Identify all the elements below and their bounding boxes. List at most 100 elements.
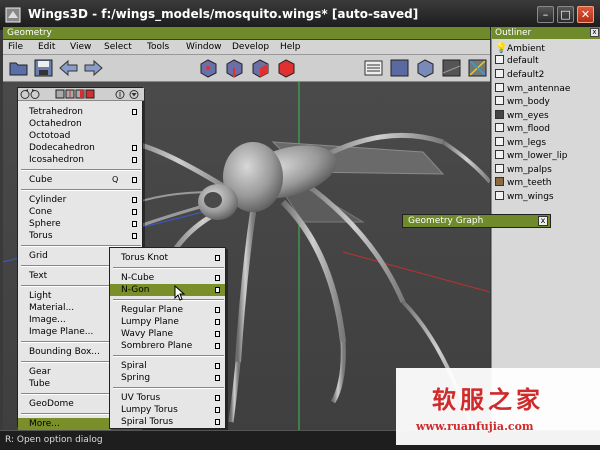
material-icon xyxy=(495,191,504,200)
edge-mode-icon[interactable] xyxy=(65,89,75,99)
option-box-icon[interactable] xyxy=(132,177,137,183)
save-icon[interactable] xyxy=(33,58,54,78)
outliner-close-icon[interactable]: x xyxy=(590,28,599,37)
edge-mode-icon[interactable] xyxy=(224,58,245,78)
outliner-item[interactable]: default xyxy=(495,55,539,68)
option-box-icon[interactable] xyxy=(132,145,137,151)
menu-item-label: Tetrahedron xyxy=(29,107,83,117)
menu-item-spring[interactable]: Spring xyxy=(110,372,225,384)
menu-item-label: Material... xyxy=(29,303,75,313)
menu-select[interactable]: Select xyxy=(104,42,132,52)
menu-item-tetrahedron[interactable]: Tetrahedron xyxy=(18,106,142,118)
menu-item-torus[interactable]: Torus xyxy=(18,230,142,242)
menu-view[interactable]: View xyxy=(70,42,91,52)
vertex-mode-icon[interactable] xyxy=(55,89,65,99)
smooth-shade-icon[interactable] xyxy=(389,58,410,78)
open-folder-icon[interactable] xyxy=(8,58,29,78)
geometry-graph-close-icon[interactable]: x xyxy=(538,216,548,226)
option-box-icon[interactable] xyxy=(215,331,220,337)
outliner-item[interactable]: wm_flood xyxy=(495,123,550,136)
perspective-icon[interactable] xyxy=(467,58,488,78)
menu-item-label: Octotoad xyxy=(29,131,71,141)
outliner-item[interactable]: wm_teeth xyxy=(495,177,551,190)
menu-help[interactable]: Help xyxy=(280,42,301,52)
geometry-graph-title: Geometry Graph xyxy=(408,216,484,226)
menu-item-cylinder[interactable]: Cylinder xyxy=(18,194,142,206)
minimize-icon[interactable]: – xyxy=(537,6,554,23)
menu-item-uv-torus[interactable]: UV Torus xyxy=(110,392,225,404)
redo-arrow-icon[interactable] xyxy=(83,58,104,78)
option-box-icon[interactable] xyxy=(215,363,220,369)
pin-icon[interactable] xyxy=(115,90,125,99)
option-box-icon[interactable] xyxy=(132,233,137,239)
close-icon[interactable]: ✕ xyxy=(577,6,594,23)
menu-item-cone[interactable]: Cone xyxy=(18,206,142,218)
face-mode-icon[interactable] xyxy=(75,89,85,99)
option-box-icon[interactable] xyxy=(215,275,220,281)
body-mode-icon[interactable] xyxy=(276,58,297,78)
option-box-icon[interactable] xyxy=(132,221,137,227)
menu-item-dodecahedron[interactable]: Dodecahedron xyxy=(18,142,142,154)
rotate-icon[interactable] xyxy=(20,89,30,99)
option-box-icon[interactable] xyxy=(215,407,220,413)
option-box-icon[interactable] xyxy=(132,197,137,203)
rotate-back-icon[interactable] xyxy=(30,89,40,99)
menu-edit[interactable]: Edit xyxy=(38,42,55,52)
material-icon xyxy=(495,123,504,132)
menu-item-regular-plane[interactable]: Regular Plane xyxy=(110,304,225,316)
menu-item-octahedron[interactable]: Octahedron xyxy=(18,118,142,130)
dropdown-icon[interactable] xyxy=(129,90,139,99)
menu-item-shortcut: Q xyxy=(112,175,119,184)
wireframe-icon[interactable] xyxy=(415,58,436,78)
menu-item-spiral[interactable]: Spiral xyxy=(110,360,225,372)
outliner-item[interactable]: wm_wings xyxy=(495,191,554,204)
option-box-icon[interactable] xyxy=(215,343,220,349)
menu-item-cube[interactable]: Cube Q xyxy=(18,174,142,186)
option-box-icon[interactable] xyxy=(215,375,220,381)
menu-item-sphere[interactable]: Sphere xyxy=(18,218,142,230)
outliner-item[interactable]: default2 xyxy=(495,69,544,82)
menu-item-lumpy-torus[interactable]: Lumpy Torus xyxy=(110,404,225,416)
more-primitives-submenu: Torus Knot N-Cube N-Gon Regular Plane Lumpy … xyxy=(109,247,226,429)
menu-item-label: N-Gon xyxy=(121,285,150,295)
menu-item-lumpy-plane[interactable]: Lumpy Plane xyxy=(110,316,225,328)
menu-item-label: Wavy Plane xyxy=(121,329,174,339)
outliner-item[interactable]: 💡Ambient xyxy=(495,42,545,55)
menu-item-octotoad[interactable]: Octotoad xyxy=(18,130,142,142)
menu-develop[interactable]: Develop xyxy=(232,42,269,52)
menu-item-wavy-plane[interactable]: Wavy Plane xyxy=(110,328,225,340)
body-mode-icon[interactable] xyxy=(85,89,95,99)
menu-item-n-cube[interactable]: N-Cube xyxy=(110,272,225,284)
window-titlebar: Wings3D - f:/wings_models/mosquito.wings… xyxy=(0,0,600,30)
menu-item-n-gon[interactable]: N-Gon xyxy=(110,284,225,296)
option-box-icon[interactable] xyxy=(215,419,220,425)
menu-window[interactable]: Window xyxy=(186,42,222,52)
axes-icon[interactable] xyxy=(441,58,462,78)
option-box-icon[interactable] xyxy=(215,307,220,313)
option-box-icon[interactable] xyxy=(215,287,220,293)
menu-item-icosahedron[interactable]: Icosahedron xyxy=(18,154,142,166)
menu-item-spiral-torus[interactable]: Spiral Torus xyxy=(110,416,225,428)
option-box-icon[interactable] xyxy=(132,109,137,115)
option-box-icon[interactable] xyxy=(132,157,137,163)
option-box-icon[interactable] xyxy=(215,319,220,325)
outliner-item[interactable]: wm_eyes xyxy=(495,110,549,123)
menu-item-torus-knot[interactable]: Torus Knot xyxy=(110,252,225,264)
outliner-item[interactable]: wm_antennae xyxy=(495,83,570,96)
outliner-item[interactable]: wm_palps xyxy=(495,164,552,177)
maximize-icon[interactable]: □ xyxy=(557,6,574,23)
vertex-mode-icon[interactable] xyxy=(198,58,219,78)
face-mode-icon[interactable] xyxy=(250,58,271,78)
option-box-icon[interactable] xyxy=(215,395,220,401)
outliner-item[interactable]: wm_body xyxy=(495,96,550,109)
option-box-icon[interactable] xyxy=(132,209,137,215)
menu-tools[interactable]: Tools xyxy=(147,42,169,52)
menu-file[interactable]: File xyxy=(8,42,23,52)
outliner-item[interactable]: wm_legs xyxy=(495,137,546,150)
undo-arrow-icon[interactable] xyxy=(58,58,79,78)
geometry-graph-window[interactable]: Geometry Graph x xyxy=(402,214,551,228)
outliner-item[interactable]: wm_lower_lip xyxy=(495,150,567,163)
menu-item-sombrero-plane[interactable]: Sombrero Plane xyxy=(110,340,225,352)
option-box-icon[interactable] xyxy=(215,255,220,261)
groundplane-icon[interactable] xyxy=(363,58,384,78)
